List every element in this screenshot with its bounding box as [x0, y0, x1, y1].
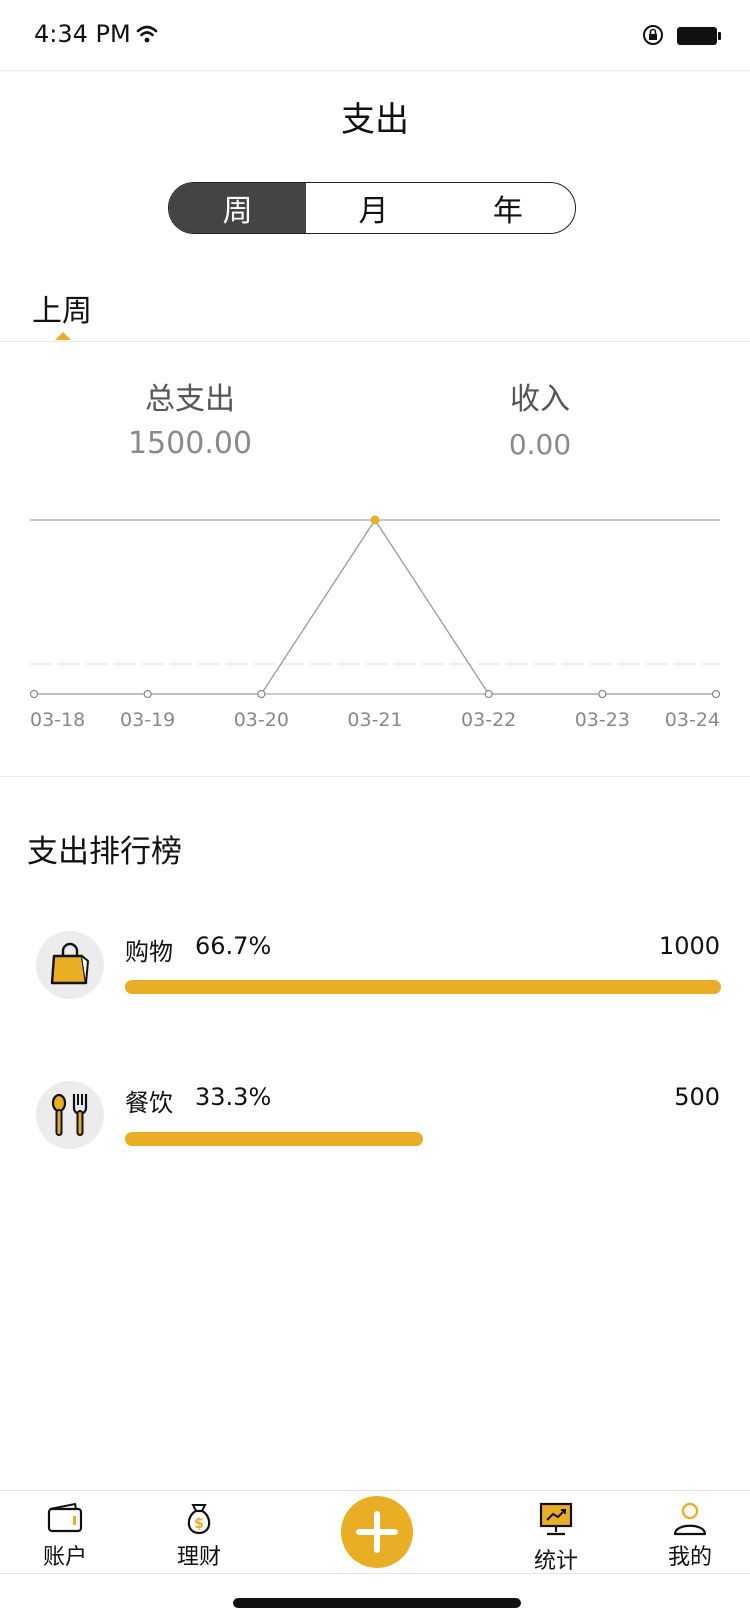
chart-point [143, 690, 152, 698]
rank-icon-circle [36, 931, 104, 999]
period-segmented-control: 周 月 年 [168, 182, 576, 234]
rotation-lock-icon [643, 25, 663, 45]
total-expense-label: 总支出 [145, 382, 235, 417]
chart-x-tick-label: 03-20 [234, 709, 289, 731]
plus-icon [356, 1511, 398, 1553]
ranking-title: 支出排行榜 [27, 834, 182, 870]
chart-point [712, 690, 720, 698]
spoon-fork-icon [51, 1093, 88, 1136]
chart-x-tick-label: 03-21 [347, 709, 402, 731]
money-bag-icon: $ [187, 1504, 211, 1535]
rank-bar-fill [125, 1132, 423, 1146]
rank-bar-fill [125, 980, 721, 994]
chart-point [257, 690, 266, 698]
tab-statistics[interactable]: 统计 [501, 1491, 611, 1574]
rank-row-shopping[interactable]: 购物 66.7% 1000 [0, 900, 750, 1010]
add-record-button[interactable] [341, 1496, 413, 1568]
segment-month[interactable]: 月 [306, 183, 440, 233]
chart-point-highlight [370, 515, 380, 525]
tab-account[interactable]: 账户 [10, 1491, 120, 1573]
wifi-icon [136, 25, 158, 43]
shopping-bag-icon [50, 942, 89, 985]
battery-icon [677, 27, 721, 45]
rank-percent: 66.7% [195, 932, 272, 960]
chart-series-line [34, 518, 716, 695]
rank-percent: 33.3% [195, 1083, 272, 1111]
rank-amount: 500 [674, 1083, 720, 1111]
tab-last-week[interactable]: 上周 [32, 286, 92, 330]
chart-x-tick-label: 03-19 [120, 709, 175, 731]
rank-name: 餐饮 [125, 1089, 173, 1117]
chart-x-tick-label: 03-18 [30, 709, 85, 731]
tab-mine[interactable]: 我的 [635, 1491, 745, 1573]
rank-icon-circle [36, 1081, 104, 1149]
chart-x-tick-label: 03-22 [461, 709, 516, 731]
chart-point [598, 690, 607, 698]
chart-x-tick-label: 03-23 [575, 709, 630, 731]
user-icon [673, 1502, 707, 1536]
rank-row-dining[interactable]: 餐饮 33.3% 500 [0, 1052, 750, 1162]
income-label: 收入 [510, 382, 570, 417]
tab-label: 账户 [42, 1545, 87, 1570]
weekly-expense-chart: 03-18 03-19 03-20 03-21 03-22 03-23 03-24 [30, 515, 720, 731]
rank-name: 购物 [125, 938, 173, 966]
divider [0, 776, 750, 777]
segment-week[interactable]: 周 [169, 183, 307, 233]
wallet-icon [47, 1502, 83, 1533]
tab-finance[interactable]: $ 理财 [144, 1491, 254, 1573]
tab-label: 统计 [533, 1549, 578, 1574]
rank-bar-track [125, 980, 721, 994]
total-expense-value: 1500.00 [127, 426, 253, 461]
tab-label: 理财 [176, 1545, 221, 1570]
chart-point [484, 690, 493, 698]
chart-x-tick-label: 03-24 [665, 709, 720, 731]
chart-point [30, 690, 38, 698]
income-value: 0.00 [508, 428, 572, 461]
status-time: 4:34 PM [34, 20, 131, 48]
svg-text:$: $ [194, 1516, 204, 1532]
segment-year[interactable]: 年 [441, 183, 575, 233]
home-indicator [233, 1598, 521, 1608]
page-title: 支出 [341, 100, 409, 140]
rank-bar-track [125, 1132, 721, 1146]
chart-board-icon [539, 1502, 573, 1536]
tab-indicator [55, 332, 71, 340]
divider [0, 341, 750, 342]
tab-label: 我的 [667, 1545, 712, 1570]
rank-amount: 1000 [658, 932, 720, 960]
